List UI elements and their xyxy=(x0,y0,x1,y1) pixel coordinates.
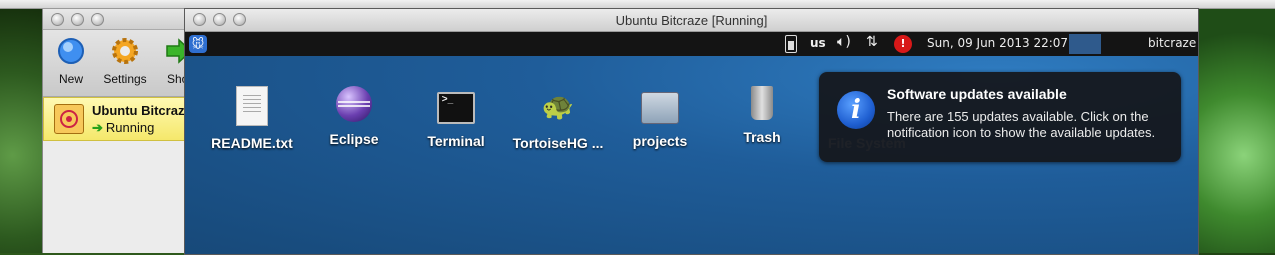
volume-icon[interactable]: 🔈︎) xyxy=(837,34,851,50)
eclipse-icon xyxy=(336,86,372,122)
vm-state-label: Running xyxy=(105,120,155,135)
trash-icon xyxy=(751,86,773,120)
new-label: New xyxy=(58,72,83,86)
desktop-icon-readme[interactable]: README.txt xyxy=(204,86,300,151)
vbox-titlebar xyxy=(43,9,203,30)
notification-title: Software updates available xyxy=(887,86,1067,102)
update-alert-icon[interactable]: ! xyxy=(894,35,912,53)
desktop-icon-label: Eclipse xyxy=(329,131,379,147)
network-icon[interactable]: ⇅ xyxy=(866,34,878,50)
update-notification[interactable]: i Software updates available There are 1… xyxy=(819,72,1181,162)
terminal-icon: >_ xyxy=(437,92,475,124)
vm-titlebar: Ubuntu Bitcraze [Running] xyxy=(185,9,1198,32)
vm-name: Ubuntu Bitcraze xyxy=(92,103,192,118)
ubuntu-vm-window: Ubuntu Bitcraze [Running] 🐭 us 🔈︎) ⇅ ! S… xyxy=(184,8,1199,255)
close-icon[interactable] xyxy=(51,13,64,26)
xfce-top-panel: 🐭 us 🔈︎) ⇅ ! Sun, 09 Jun 2013 22:07 bitc… xyxy=(185,32,1198,56)
desktop-wallpaper-left xyxy=(0,9,42,253)
running-arrow-icon: ➔ xyxy=(92,120,103,135)
vm-window-title: Ubuntu Bitcraze [Running] xyxy=(615,13,768,28)
new-button[interactable]: New xyxy=(45,36,97,86)
settings-label: Settings xyxy=(103,72,147,86)
desktop-wallpaper-right xyxy=(1197,9,1275,253)
virtualbox-manager-window: New Settings Sho Ubuntu Bitcraze ➔ Runnin… xyxy=(42,9,203,253)
username[interactable]: bitcraze xyxy=(1148,36,1196,50)
tortoisehg-icon: 🐢 xyxy=(541,91,575,121)
minimize-icon[interactable] xyxy=(71,13,84,26)
desktop-icon-label: Terminal xyxy=(427,133,485,149)
desktop-icon-trash[interactable]: Trash xyxy=(714,86,810,145)
workspace-switcher[interactable] xyxy=(1069,34,1101,54)
desktop-icon-projects[interactable]: projects xyxy=(612,86,708,149)
desktop-icon-eclipse[interactable]: Eclipse xyxy=(306,86,402,147)
desktop-icon-terminal[interactable]: >_ Terminal xyxy=(408,86,504,149)
desktop-icon-label: projects xyxy=(632,133,688,149)
folder-icon xyxy=(641,92,679,124)
desktop-icon-label: README.txt xyxy=(211,135,293,151)
battery-icon[interactable] xyxy=(785,35,797,53)
desktop-icon-tortoisehg[interactable]: 🐢 TortoiseHG ... xyxy=(510,86,606,151)
ubuntu-vm-icon xyxy=(54,104,84,134)
desktop-icon-label: Trash xyxy=(743,129,781,145)
vm-list-item[interactable]: Ubuntu Bitcraze ➔ Running xyxy=(43,97,192,141)
window-controls xyxy=(51,13,104,26)
notification-body: There are 155 updates available. Click o… xyxy=(887,109,1156,140)
info-icon: i xyxy=(837,91,875,129)
text-file-icon xyxy=(236,86,268,126)
desktop-icon-label: TortoiseHG ... xyxy=(512,135,604,151)
clock[interactable]: Sun, 09 Jun 2013 22:07 xyxy=(927,36,1068,50)
vbox-toolbar: New Settings Sho xyxy=(43,30,203,97)
new-icon xyxy=(56,36,86,66)
settings-button[interactable]: Settings xyxy=(99,36,151,86)
gear-icon xyxy=(110,36,140,66)
vm-state: ➔ Running xyxy=(92,120,154,136)
xfce-menu-icon[interactable]: 🐭 xyxy=(189,35,207,53)
keyboard-layout[interactable]: us xyxy=(810,36,826,50)
zoom-icon[interactable] xyxy=(91,13,104,26)
